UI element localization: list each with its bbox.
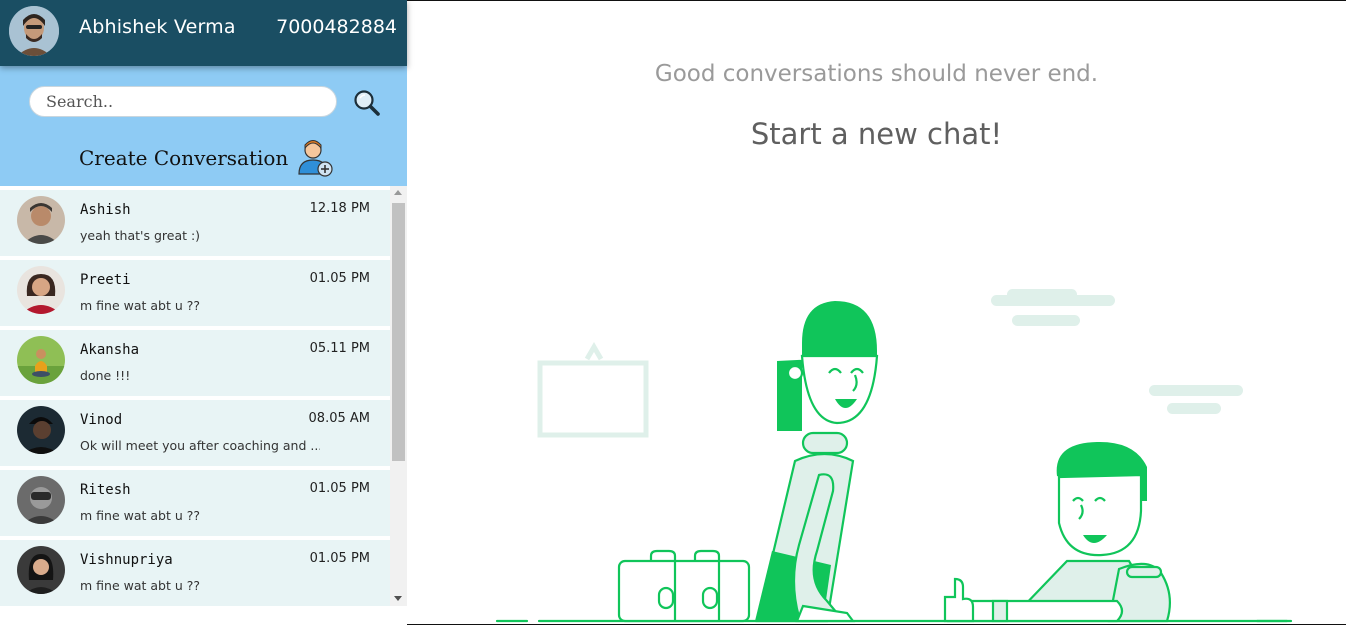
message-time: 01.05 PM: [309, 551, 370, 566]
profile-header: Abhishek Verma 7000482884: [0, 0, 407, 66]
welcome-panel: Good conversations should never end. Sta…: [407, 0, 1346, 625]
contact-name: Ritesh: [80, 482, 131, 498]
message-preview: done !!!: [80, 368, 131, 383]
message-preview: Ok will meet you after coaching and ...: [80, 438, 320, 453]
contact-name: Ashish: [80, 202, 131, 218]
avatar: [17, 546, 65, 594]
list-item[interactable]: Ritesh 01.05 PM m fine wat abt u ??: [0, 470, 390, 536]
message-time: 01.05 PM: [309, 481, 370, 496]
user-name: Abhishek Verma: [79, 16, 236, 38]
message-preview: m fine wat abt u ??: [80, 298, 201, 313]
avatar: [17, 336, 65, 384]
contact-name: Akansha: [80, 342, 140, 358]
create-conversation-button[interactable]: Create Conversation: [79, 136, 334, 180]
avatar: [17, 406, 65, 454]
message-time: 08.05 AM: [308, 411, 370, 426]
search-input[interactable]: [29, 86, 337, 117]
list-item[interactable]: Ashish 12.18 PM yeah that's great :): [0, 190, 390, 256]
search-panel: Create Conversation: [0, 66, 407, 186]
message-preview: m fine wat abt u ??: [80, 508, 201, 523]
user-phone: 7000482884: [276, 16, 397, 38]
message-preview: m fine wat abt u ??: [80, 578, 201, 593]
create-conversation-label: Create Conversation: [79, 146, 289, 170]
start-chat-heading: Start a new chat!: [750, 117, 1003, 151]
message-time: 01.05 PM: [309, 271, 370, 286]
avatar: [17, 196, 65, 244]
scroll-down-arrow-icon[interactable]: [394, 596, 402, 601]
avatar: [17, 266, 65, 314]
scrollbar[interactable]: [390, 186, 407, 606]
message-time: 05.11 PM: [309, 341, 370, 356]
add-user-icon: [298, 140, 333, 177]
message-time: 12.18 PM: [309, 201, 370, 216]
contact-name: Vishnupriya: [80, 552, 173, 568]
avatar[interactable]: [9, 6, 59, 56]
list-item[interactable]: Preeti 01.05 PM m fine wat abt u ??: [0, 260, 390, 326]
avatar: [17, 476, 65, 524]
welcome-tagline: Good conversations should never end.: [654, 61, 1099, 87]
list-item[interactable]: Vishnupriya 01.05 PM m fine wat abt u ??: [0, 540, 390, 606]
list-item[interactable]: Vinod 08.05 AM Ok will meet you after co…: [0, 400, 390, 466]
contact-name: Preeti: [80, 272, 131, 288]
list-item[interactable]: Akansha 05.11 PM done !!!: [0, 330, 390, 396]
sidebar: Abhishek Verma 7000482884 Create Convers…: [0, 0, 407, 625]
scroll-up-arrow-icon[interactable]: [394, 190, 402, 195]
contact-name: Vinod: [80, 412, 123, 428]
conversation-list: Ashish 12.18 PM yeah that's great :) Pre…: [0, 186, 390, 625]
chat-illustration: [495, 289, 1293, 623]
search-icon[interactable]: [352, 88, 382, 118]
message-preview: yeah that's great :): [80, 228, 201, 243]
scroll-thumb[interactable]: [392, 203, 405, 461]
